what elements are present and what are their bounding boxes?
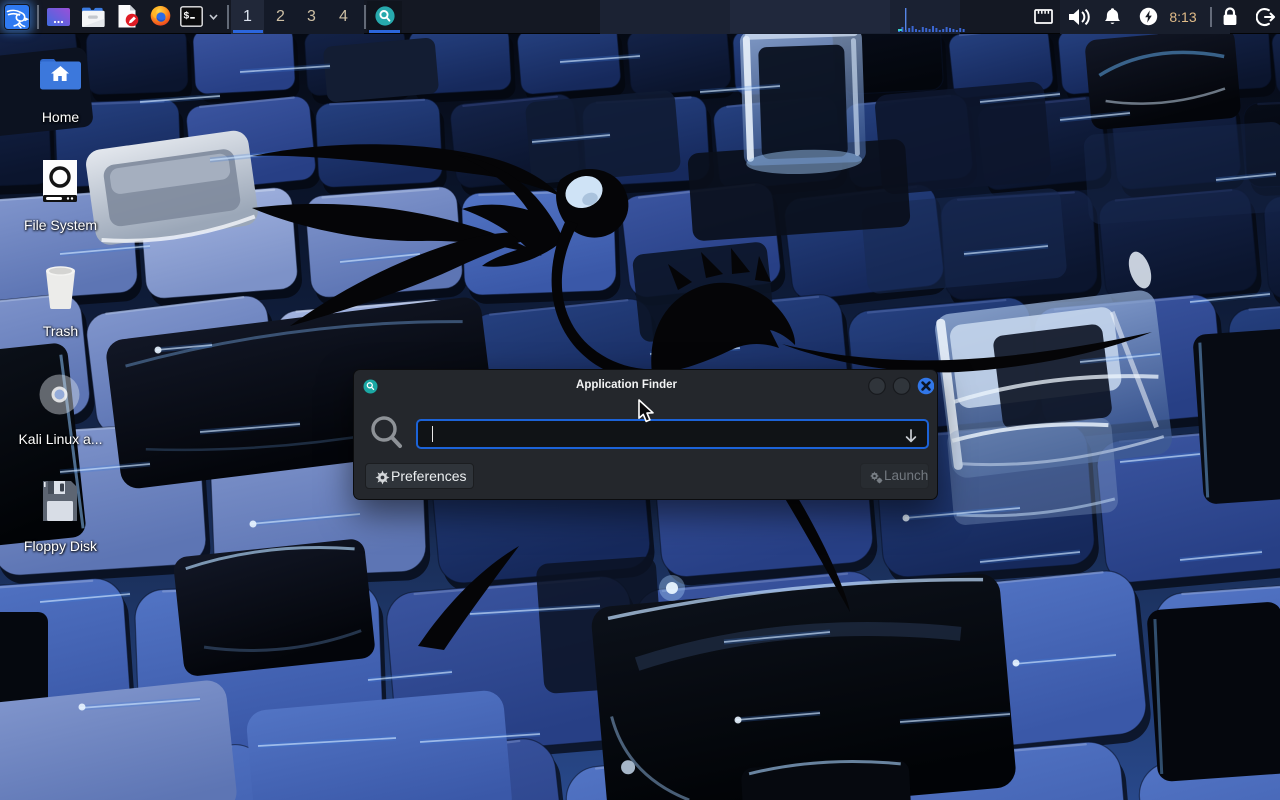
svg-text:$: $ — [183, 11, 189, 23]
